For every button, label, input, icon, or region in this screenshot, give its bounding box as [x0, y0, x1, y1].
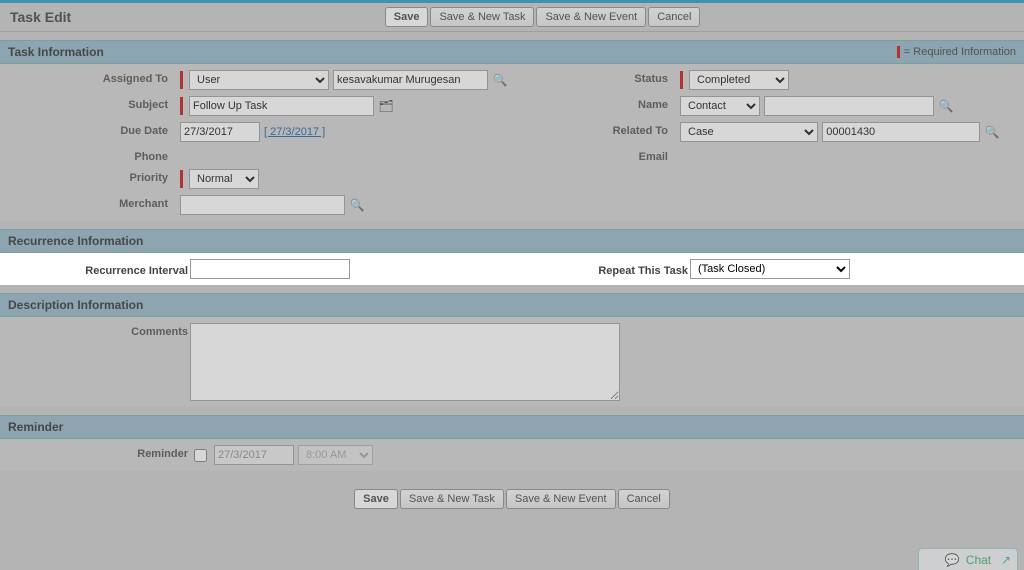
label-phone: Phone — [10, 148, 170, 163]
save-button[interactable]: Save — [385, 7, 429, 27]
reminder-date-input[interactable] — [214, 445, 294, 465]
related-to-input[interactable] — [822, 122, 980, 142]
chat-label: Chat — [966, 553, 991, 567]
repeat-task-select[interactable]: (Task Closed) — [690, 259, 850, 279]
priority-select[interactable]: Normal — [189, 169, 259, 189]
label-name: Name — [530, 96, 670, 111]
label-email: Email — [530, 148, 670, 163]
label-assigned-to: Assigned To — [10, 70, 170, 85]
label-subject: Subject — [10, 96, 170, 111]
section-reminder-title: Reminder — [8, 420, 63, 434]
required-bar-icon — [180, 97, 183, 115]
section-description-header: Description Information — [0, 293, 1024, 317]
top-button-row: Save Save & New Task Save & New Event Ca… — [71, 7, 1014, 27]
label-due-date: Due Date — [10, 122, 170, 137]
required-bar-icon — [180, 170, 183, 188]
lookup-icon[interactable]: 🔍 — [349, 197, 365, 213]
merchant-input[interactable] — [180, 195, 345, 215]
section-task-information-body: Assigned To User 🔍 Status Completed Subj… — [0, 64, 1024, 221]
section-recurrence-header: Recurrence Information — [0, 229, 1024, 253]
section-task-information-title: Task Information — [8, 45, 104, 59]
required-info-hint: = Required Information — [897, 46, 1016, 58]
section-description-body: Comments — [0, 317, 1024, 407]
section-recurrence-title: Recurrence Information — [8, 234, 143, 248]
label-merchant: Merchant — [10, 195, 170, 210]
label-recurrence-interval: Recurrence Interval — [10, 262, 190, 277]
expand-icon[interactable]: ↗ — [1001, 553, 1011, 567]
label-related-to: Related To — [530, 122, 670, 137]
save-button-bottom[interactable]: Save — [354, 489, 398, 509]
lookup-icon[interactable]: 🔍 — [938, 98, 954, 114]
label-comments: Comments — [10, 323, 190, 401]
lookup-icon[interactable]: 🔍 — [492, 72, 508, 88]
title-row: Task Edit Save Save & New Task Save & Ne… — [0, 3, 1024, 32]
subject-picker-icon[interactable]: 🗂 — [378, 98, 394, 114]
section-recurrence-body: Recurrence Interval Repeat This Task (Ta… — [0, 253, 1024, 285]
lookup-icon[interactable]: 🔍 — [984, 124, 1000, 140]
label-priority: Priority — [10, 169, 170, 184]
label-repeat-task: Repeat This Task — [510, 262, 690, 277]
chat-widget[interactable]: 💬 Chat ↗ — [918, 548, 1018, 570]
reminder-time-select[interactable]: 8:00 AM — [298, 445, 373, 465]
assigned-to-type-select[interactable]: User — [189, 70, 329, 90]
comments-textarea[interactable] — [190, 323, 620, 401]
save-new-event-button[interactable]: Save & New Event — [536, 7, 646, 27]
section-reminder-header: Reminder — [0, 415, 1024, 439]
related-to-type-select[interactable]: Case — [680, 122, 818, 142]
save-new-task-button[interactable]: Save & New Task — [430, 7, 534, 27]
reminder-checkbox[interactable] — [194, 449, 207, 462]
cancel-button[interactable]: Cancel — [648, 7, 700, 27]
status-select[interactable]: Completed — [689, 70, 789, 90]
assigned-to-name-input[interactable] — [333, 70, 488, 90]
due-date-today-link[interactable]: [ 27/3/2017 ] — [264, 126, 325, 138]
label-reminder: Reminder — [10, 445, 190, 465]
section-description-title: Description Information — [8, 298, 143, 312]
page-title: Task Edit — [10, 9, 71, 25]
required-bar-icon — [897, 46, 900, 58]
save-new-event-button-bottom[interactable]: Save & New Event — [506, 489, 616, 509]
chat-bubble-icon: 💬 — [945, 553, 960, 567]
name-type-select[interactable]: Contact — [680, 96, 760, 116]
label-status: Status — [530, 70, 670, 85]
save-new-task-button-bottom[interactable]: Save & New Task — [400, 489, 504, 509]
recurrence-interval-input[interactable] — [190, 259, 350, 279]
name-input[interactable] — [764, 96, 934, 116]
due-date-input[interactable] — [180, 122, 260, 142]
required-bar-icon — [180, 71, 183, 89]
cancel-button-bottom[interactable]: Cancel — [618, 489, 670, 509]
subject-input[interactable] — [189, 96, 374, 116]
bottom-button-row: Save Save & New Task Save & New Event Ca… — [0, 471, 1024, 513]
section-task-information-header: Task Information = Required Information — [0, 40, 1024, 64]
required-bar-icon — [680, 71, 683, 89]
section-reminder-body: Reminder 8:00 AM — [0, 439, 1024, 471]
